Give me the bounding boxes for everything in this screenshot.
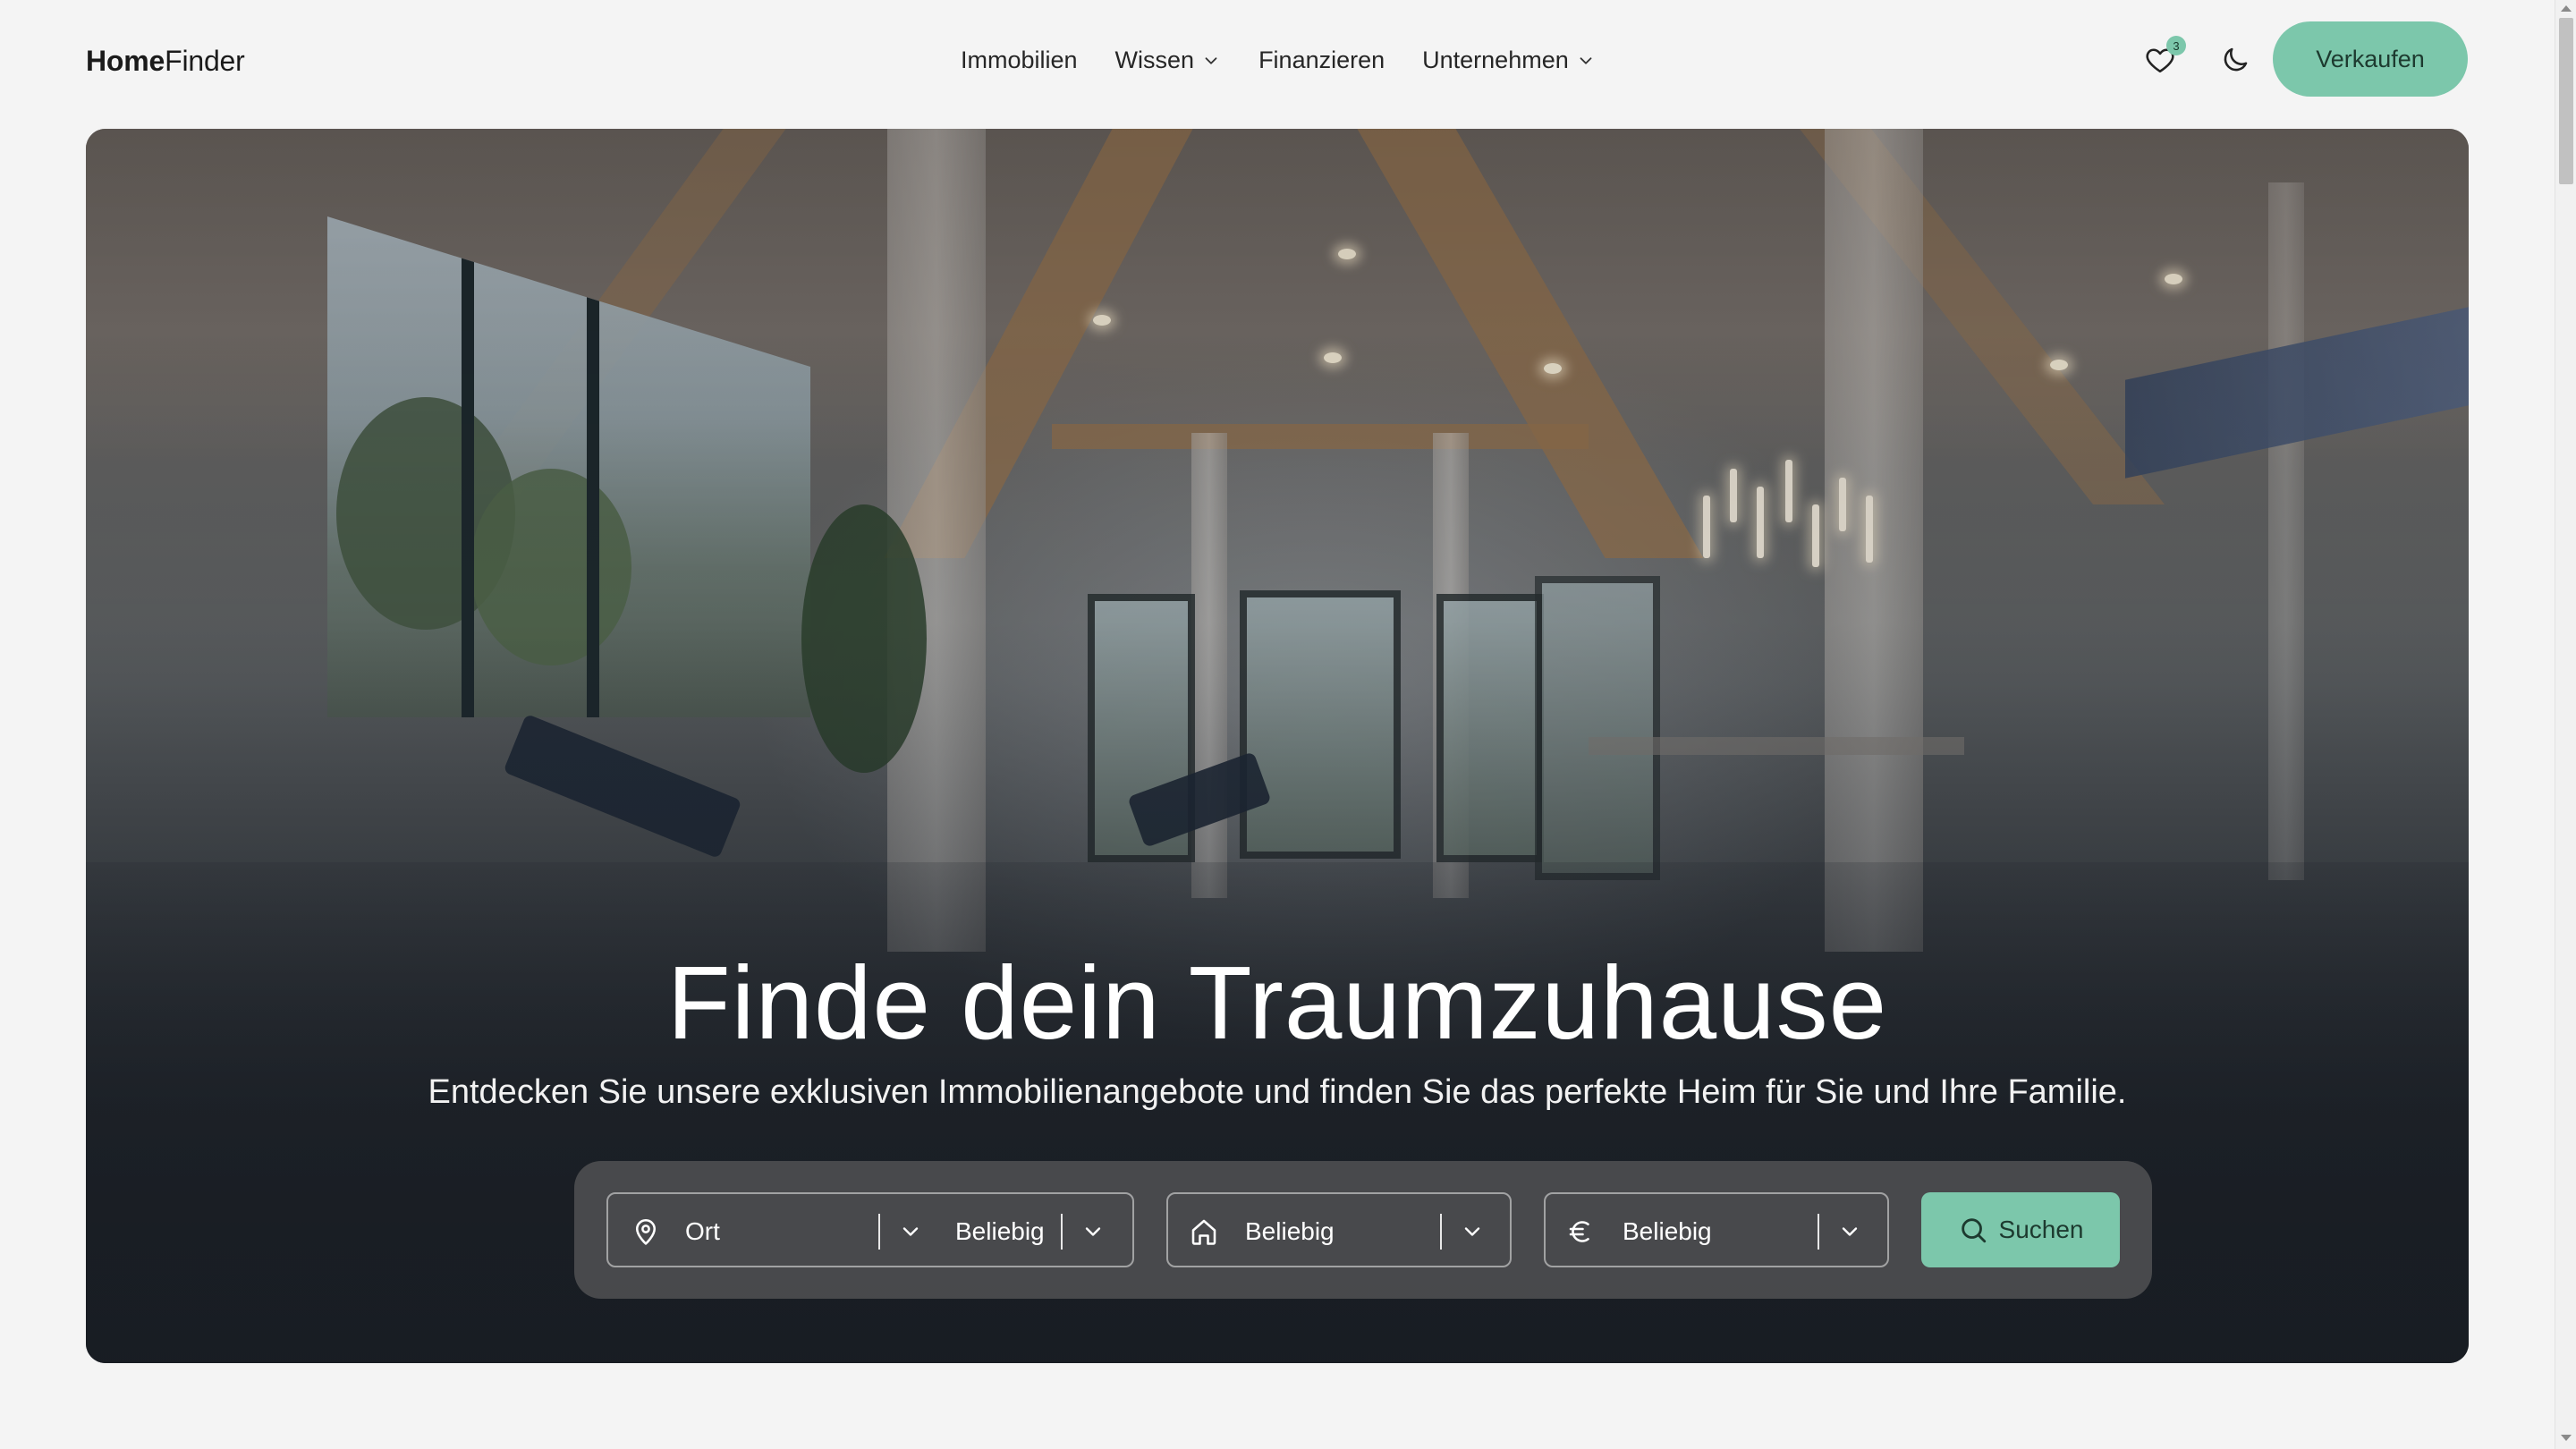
- price-value: Beliebig: [1623, 1217, 1712, 1245]
- search-panel: Ort Beliebig Beliebig Beliebig Suchen: [574, 1161, 2152, 1299]
- favorites-button[interactable]: 3: [2140, 36, 2186, 80]
- chevron-down-icon: [1205, 56, 1217, 64]
- house-icon: [1191, 1219, 1216, 1245]
- chevron-down-icon: [1464, 1227, 1480, 1236]
- hero-title: Finde dein Traumzuhause: [666, 945, 1888, 1061]
- search-button-label: Suchen: [1998, 1216, 2084, 1243]
- chevron-down-icon: [1580, 56, 1592, 64]
- chevron-down-icon[interactable]: [1080, 1219, 1106, 1244]
- scroll-thumb[interactable]: [2559, 18, 2573, 184]
- hero-section: Finde dein Traumzuhause Entdecken Sie un…: [86, 129, 2469, 1363]
- euro-icon: [1569, 1221, 1589, 1242]
- chevron-down-icon: [1842, 1227, 1858, 1236]
- hero-subtitle: Entdecken Sie unsere exklusiven Immobili…: [428, 1073, 2127, 1111]
- nav-item-label: Wissen: [1114, 47, 1195, 73]
- nav-item-finanzieren[interactable]: Finanzieren: [1258, 47, 1385, 74]
- main-nav: Immobilien Wissen Finanzieren Unternehme…: [961, 47, 1633, 74]
- site-header: HomeFinder Immobilien Wissen Finanzieren…: [0, 0, 2555, 129]
- scroll-up-arrow[interactable]: [2561, 5, 2572, 12]
- field-divider: [878, 1214, 880, 1250]
- page-scrollbar[interactable]: [2555, 0, 2576, 1449]
- nav-item-immobilien[interactable]: Immobilien: [961, 47, 1078, 74]
- logo-bold: Home: [86, 45, 165, 77]
- nav-item-unternehmen[interactable]: Unternehmen: [1422, 47, 1596, 74]
- radius-value[interactable]: Beliebig: [955, 1216, 1045, 1248]
- nav-item-wissen[interactable]: Wissen: [1115, 47, 1222, 74]
- search-button[interactable]: Suchen: [1921, 1192, 2120, 1267]
- logo[interactable]: HomeFinder: [86, 45, 245, 78]
- field-divider: [1061, 1214, 1063, 1250]
- location-select[interactable]: Ort Beliebig: [606, 1192, 1134, 1267]
- property-type-select[interactable]: Beliebig: [1166, 1192, 1512, 1267]
- logo-light: Finder: [165, 45, 245, 77]
- nav-item-label: Immobilien: [961, 47, 1078, 73]
- theme-toggle-button[interactable]: [2215, 39, 2256, 80]
- property-type-value: Beliebig: [1245, 1217, 1335, 1245]
- moon-icon: [2224, 47, 2248, 72]
- location-placeholder: Ort: [685, 1217, 720, 1245]
- sell-button[interactable]: Verkaufen: [2273, 21, 2468, 97]
- map-pin-icon: [635, 1218, 657, 1245]
- nav-item-label: Unternehmen: [1422, 47, 1569, 73]
- search-icon: [1961, 1218, 1986, 1243]
- field-divider: [1440, 1214, 1442, 1250]
- price-select[interactable]: Beliebig: [1544, 1192, 1889, 1267]
- scroll-down-arrow[interactable]: [2561, 1435, 2572, 1441]
- nav-item-label: Finanzieren: [1258, 47, 1385, 73]
- chevron-down-icon: [902, 1227, 919, 1236]
- field-divider: [1818, 1214, 1819, 1250]
- favorites-count-badge: 3: [2166, 36, 2186, 55]
